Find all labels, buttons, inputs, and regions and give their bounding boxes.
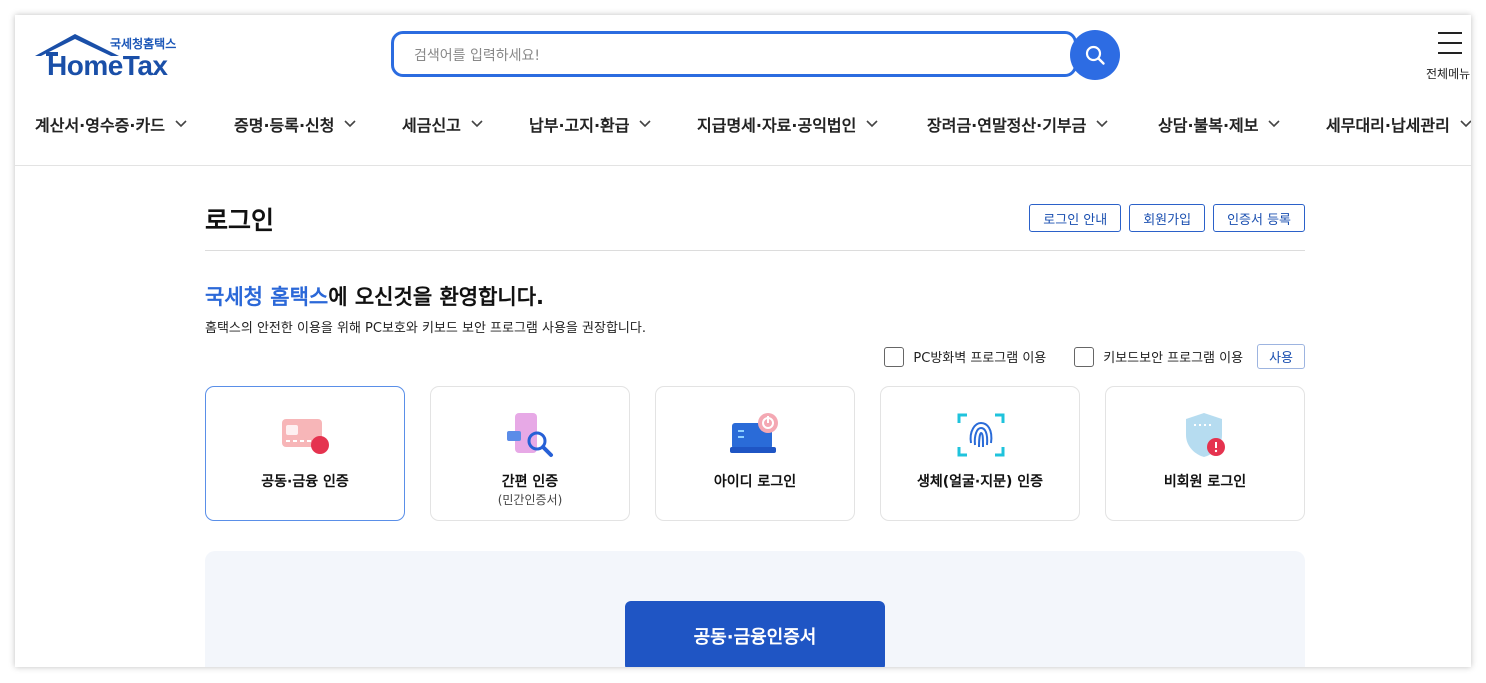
chevron-down-icon bbox=[1460, 120, 1471, 128]
top-button-group: 로그인 안내 회원가입 인증서 등록 bbox=[1029, 204, 1305, 232]
shield-icon bbox=[1186, 413, 1225, 457]
search-button[interactable] bbox=[1070, 30, 1120, 80]
phone-search-icon bbox=[507, 413, 553, 457]
security-options: PC방화벽 프로그램 이용 키보드보안 프로그램 이용 사용 bbox=[856, 344, 1305, 369]
chevron-down-icon bbox=[471, 120, 483, 128]
nav-item-agent[interactable]: 세무대리·납세관리 bbox=[1326, 112, 1471, 136]
login-method-id[interactable]: 아이디 로그인 bbox=[655, 386, 855, 521]
keyboard-option-label: 키보드보안 프로그램 이용 bbox=[1103, 351, 1244, 366]
login-method-biometric[interactable]: 생체(얼굴·지문) 인증 bbox=[880, 386, 1080, 521]
chevron-down-icon bbox=[175, 120, 187, 128]
login-method-label: 생체(얼굴·지문) 인증 bbox=[916, 474, 1044, 490]
firewall-checkbox[interactable] bbox=[884, 346, 905, 367]
welcome-highlight: 국세청 홈택스 bbox=[205, 285, 329, 309]
nav-item-label: 세무대리·납세관리 bbox=[1326, 116, 1450, 135]
login-method-label: 간편 인증 bbox=[501, 474, 559, 490]
search-box bbox=[391, 31, 1077, 77]
certificate-card-icon bbox=[282, 419, 329, 454]
login-method-simple[interactable]: 간편 인증 (민간인증서) bbox=[430, 386, 630, 521]
nav-item-label: 세금신고 bbox=[402, 116, 461, 135]
chevron-down-icon bbox=[344, 120, 357, 128]
nav-item-statements[interactable]: 지급명세·자료·공익법인 bbox=[697, 112, 878, 136]
hometax-logo[interactable]: 국세청홈택스 HomeTax bbox=[35, 32, 195, 84]
login-method-label: 아이디 로그인 bbox=[713, 474, 797, 490]
keyboard-checkbox[interactable] bbox=[1074, 346, 1095, 367]
title-divider bbox=[205, 250, 1305, 251]
login-guide-button[interactable]: 로그인 안내 bbox=[1029, 204, 1122, 232]
nav-item-label: 계산서·영수증·카드 bbox=[35, 116, 165, 135]
page-title: 로그인 bbox=[205, 206, 275, 235]
all-menu-button[interactable]: 전체메뉴 bbox=[1423, 30, 1471, 90]
firewall-option[interactable]: PC방화벽 프로그램 이용 bbox=[884, 346, 1047, 367]
laptop-power-icon bbox=[730, 413, 778, 453]
fingerprint-icon bbox=[957, 413, 1005, 457]
nav-item-invoice[interactable]: 계산서·영수증·카드 bbox=[35, 112, 187, 136]
logo-english-text: HomeTax bbox=[47, 50, 168, 81]
chevron-down-icon bbox=[1268, 120, 1281, 128]
welcome-rest: 에 오신것을 환영합니다. bbox=[328, 285, 545, 309]
search-icon bbox=[1085, 45, 1105, 65]
site-header: 국세청홈택스 HomeTax 전체메뉴 계산서·영수증·카드 증명·등록· bbox=[15, 15, 1471, 166]
signup-button[interactable]: 회원가입 bbox=[1129, 204, 1206, 232]
nav-item-label: 증명·등록·신청 bbox=[234, 116, 335, 135]
cert-register-button[interactable]: 인증서 등록 bbox=[1213, 204, 1305, 232]
nav-item-label: 상담·불복·제보 bbox=[1158, 116, 1259, 135]
search-input[interactable] bbox=[412, 42, 1016, 70]
chevron-down-icon bbox=[639, 120, 652, 128]
security-description: 홈택스의 안전한 이용을 위해 PC보호와 키보드 보안 프로그램 사용을 권장… bbox=[205, 321, 646, 336]
hamburger-icon bbox=[1438, 32, 1462, 62]
nav-item-label: 장려금·연말정산·기부금 bbox=[927, 116, 1087, 135]
login-method-cards: 공동·금융 인증 간편 인증 (민간인증서) 아이디 로그인 생체(얼굴·지문)… bbox=[205, 386, 1305, 521]
login-method-label: 공동·금융 인증 bbox=[261, 474, 349, 490]
nav-item-consult[interactable]: 상담·불복·제보 bbox=[1158, 112, 1281, 136]
main-navigation: 계산서·영수증·카드 증명·등록·신청 세금신고 납부·고지·환급 지급명세·자… bbox=[15, 112, 1471, 136]
login-method-guest[interactable]: 비회원 로그인 bbox=[1105, 386, 1305, 521]
nav-item-tax-report[interactable]: 세금신고 bbox=[402, 112, 483, 136]
chevron-down-icon bbox=[1096, 120, 1108, 128]
welcome-heading: 국세청 홈택스에 오신것을 환영합니다. bbox=[205, 281, 544, 311]
browser-frame: 국세청홈택스 HomeTax 전체메뉴 계산서·영수증·카드 증명·등록· bbox=[15, 15, 1471, 667]
nav-item-label: 지급명세·자료·공익법인 bbox=[697, 116, 857, 135]
login-method-certificate[interactable]: 공동·금융 인증 bbox=[205, 386, 405, 521]
use-button[interactable]: 사용 bbox=[1257, 344, 1305, 369]
login-method-label: 비회원 로그인 bbox=[1163, 474, 1247, 490]
joint-cert-login-button[interactable]: 공동·금융인증서 bbox=[625, 601, 885, 667]
login-panel: 공동·금융인증서 bbox=[205, 551, 1305, 667]
login-content: 로그인 로그인 안내 회원가입 인증서 등록 국세청 홈택스에 오신것을 환영합… bbox=[205, 165, 1305, 667]
nav-item-payment[interactable]: 납부·고지·환급 bbox=[529, 112, 652, 136]
keyboard-option[interactable]: 키보드보안 프로그램 이용 bbox=[1074, 346, 1244, 367]
nav-item-label: 납부·고지·환급 bbox=[529, 116, 630, 135]
firewall-option-label: PC방화벽 프로그램 이용 bbox=[913, 351, 1047, 366]
nav-item-certificate[interactable]: 증명·등록·신청 bbox=[234, 112, 357, 136]
login-method-sublabel: (민간인증서) bbox=[497, 493, 563, 507]
all-menu-label: 전체메뉴 bbox=[1426, 67, 1471, 81]
nav-item-incentive[interactable]: 장려금·연말정산·기부금 bbox=[927, 112, 1108, 136]
chevron-down-icon bbox=[866, 120, 878, 128]
